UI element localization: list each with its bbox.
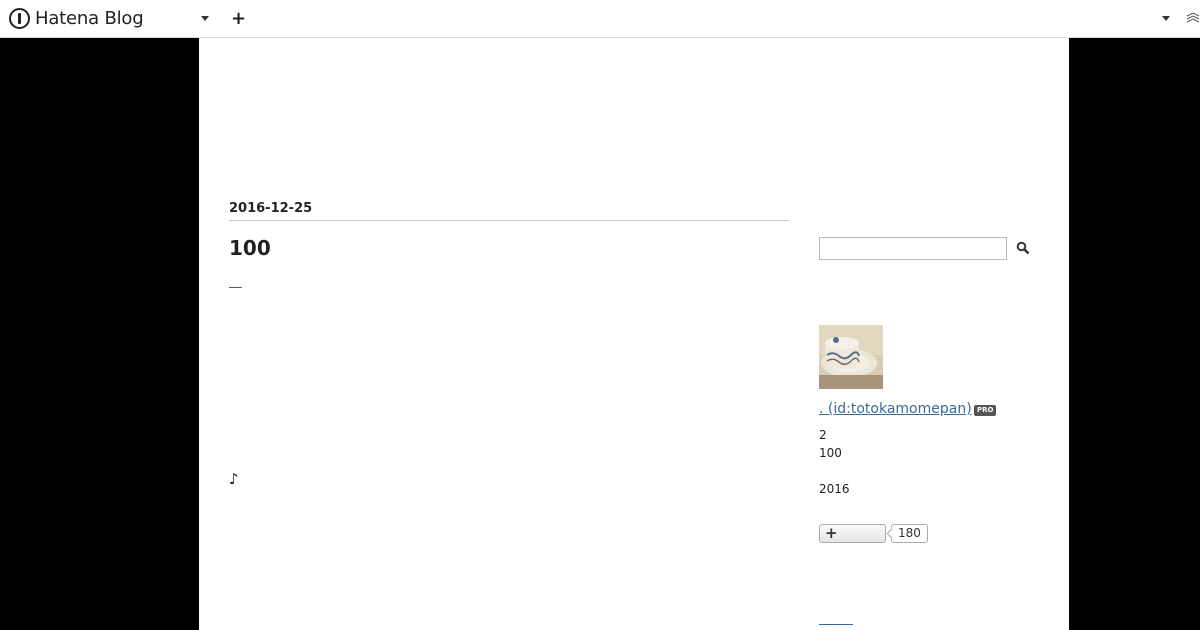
search-input[interactable] <box>819 237 1007 260</box>
profile-stat: 2016 <box>819 482 850 496</box>
notification-icon[interactable] <box>1186 13 1200 25</box>
brand-text: Hatena Blog <box>35 7 144 29</box>
avatar[interactable] <box>819 325 883 389</box>
entry-date[interactable]: 2016-12-25 <box>229 201 789 221</box>
profile-link[interactable]: . (id:totokamomepan) <box>819 401 972 417</box>
profile-stat: 2 <box>819 428 827 442</box>
hatena-blog-logo[interactable]: Hatena Blog <box>9 7 144 29</box>
chevron-down-icon[interactable] <box>1162 16 1170 21</box>
hatena-logo-icon <box>9 7 30 29</box>
pro-badge: PRO <box>974 405 997 416</box>
profile-stat: 100 <box>819 446 842 460</box>
blog-page: 2016-12-25 100 ♪ . (id:totokamomepan) PR… <box>199 38 1069 630</box>
search-icon[interactable] <box>1016 241 1030 255</box>
plus-icon[interactable]: + <box>231 8 246 29</box>
sidebar-link[interactable] <box>819 623 853 625</box>
follower-count: 180 <box>891 524 928 543</box>
entry-title[interactable]: 100 <box>229 236 271 260</box>
chevron-down-icon[interactable] <box>201 16 209 21</box>
plus-icon: + <box>825 524 838 542</box>
follow-button[interactable]: + <box>819 524 886 543</box>
entry-link[interactable] <box>229 276 242 288</box>
music-note-text: ♪ <box>229 470 239 488</box>
global-header: Hatena Blog + <box>0 0 1200 38</box>
